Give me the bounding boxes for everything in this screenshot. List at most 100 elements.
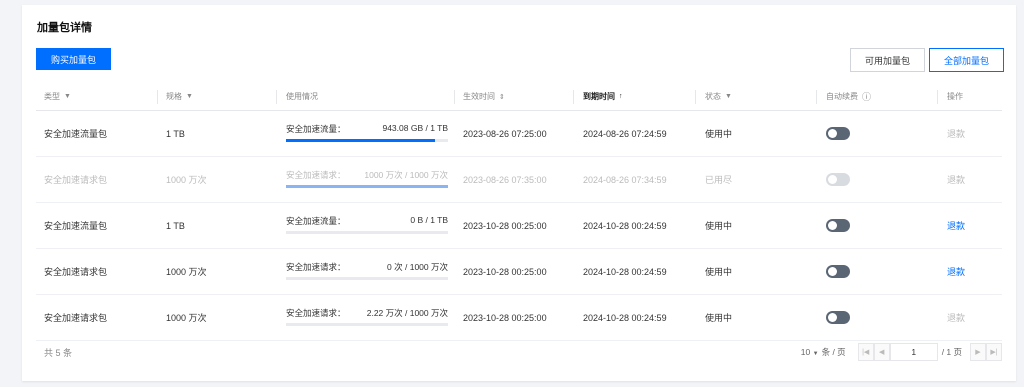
filter-all-button[interactable]: 全部加量包 (929, 48, 1005, 72)
usage-meter: 安全加速流量： 0 B / 1 TB (286, 215, 448, 234)
sort-icon[interactable]: ⇕ (499, 93, 505, 101)
usage-label: 安全加速流量： (286, 124, 346, 134)
usage-value: 943.08 GB / 1 TB (382, 123, 448, 133)
column-effective-time[interactable]: 生效时间 ⇕ (463, 83, 505, 110)
refund-link[interactable]: 退款 (947, 219, 965, 232)
auto-renew-toggle[interactable] (826, 219, 850, 232)
column-auto-renew: 自动续费 ⓘ (826, 90, 872, 103)
column-action: 操作 (947, 92, 963, 101)
refund-link[interactable]: 退款 (947, 265, 965, 278)
pagination: 10 ▼ 条 / 页 |◀ ◀ 1 / 1 页 ▶ ▶| (801, 342, 1002, 362)
auto-renew-toggle[interactable] (826, 127, 850, 140)
auto-renew-cell (826, 203, 850, 248)
cell-effective-time: 2023-10-28 00:25:00 (463, 266, 547, 277)
prev-page-icon[interactable]: ◀ (873, 343, 890, 361)
info-icon[interactable]: ⓘ (862, 90, 871, 103)
cell-spec: 1 TB (166, 220, 185, 231)
auto-renew-toggle (826, 173, 850, 186)
cell-effective-time: 2023-08-26 07:25:00 (463, 128, 547, 139)
usage-label: 安全加速请求： (286, 170, 346, 180)
usage-progress-bar (286, 277, 448, 280)
usage-meter: 安全加速流量： 943.08 GB / 1 TB (286, 123, 448, 142)
cell-status: 使用中 (705, 313, 733, 323)
auto-renew-toggle[interactable] (826, 265, 850, 278)
chevron-down-icon: ▼ (812, 351, 819, 357)
table-header: 类型 ▼ 规格 ▼ 使用情况 生效时间 ⇕ 到期时间 ↑ 状态 ▼ 自动续费 ⓘ 操作 (36, 83, 1002, 111)
last-page-icon[interactable]: ▶| (986, 343, 1002, 361)
usage-meter: 安全加速请求： 0 次 / 1000 万次 (286, 261, 448, 280)
sort-up-icon[interactable]: ↑ (619, 93, 623, 100)
column-usage: 使用情况 (286, 92, 318, 101)
cell-effective-time: 2023-10-28 00:25:00 (463, 312, 547, 323)
cell-type: 安全加速请求包 (44, 313, 108, 323)
usage-meter: 安全加速请求： 1000 万次 / 1000 万次 (286, 169, 448, 188)
refund-link: 退款 (947, 175, 966, 185)
cell-action: 退款 (947, 249, 965, 294)
table-row: 安全加速请求包 1000 万次 安全加速请求： 2.22 万次 / 1000 万… (36, 295, 1002, 341)
auto-renew-cell (826, 157, 850, 202)
auto-renew-cell (826, 249, 850, 294)
buy-package-button[interactable]: 购买加量包 (36, 48, 111, 70)
table-row: 安全加速流量包 1 TB 安全加速流量： 943.08 GB / 1 TB 20… (36, 111, 1002, 157)
usage-label: 安全加速流量： (286, 216, 346, 226)
usage-progress-fill (286, 139, 436, 142)
refund-link: 退款 (947, 313, 966, 323)
cell-expire-time: 2024-10-28 00:24:59 (583, 312, 667, 323)
column-spec[interactable]: 规格 ▼ (166, 83, 193, 110)
usage-progress-bar (286, 185, 448, 188)
cell-type: 安全加速流量包 (44, 221, 108, 231)
first-page-icon[interactable]: |◀ (857, 343, 874, 361)
cell-status: 使用中 (705, 129, 733, 139)
cell-action: 退款 (947, 295, 965, 340)
per-page-label: 条 / 页 (821, 347, 846, 357)
filter-icon[interactable]: ▼ (186, 93, 193, 100)
page-total-label: / 1 页 (941, 347, 962, 357)
cell-action: 退款 (947, 157, 965, 202)
cell-spec: 1000 万次 (166, 175, 207, 185)
auto-renew-cell (826, 295, 850, 340)
table-row: 安全加速请求包 1000 万次 安全加速请求： 1000 万次 / 1000 万… (36, 157, 1002, 203)
cell-spec: 1000 万次 (166, 313, 207, 323)
usage-value: 1000 万次 / 1000 万次 (364, 170, 448, 180)
cell-action: 退款 (947, 111, 965, 156)
usage-progress-bar (286, 231, 448, 234)
cell-type: 安全加速请求包 (44, 175, 108, 185)
refund-link: 退款 (947, 129, 966, 139)
column-expire-time[interactable]: 到期时间 ↑ (583, 83, 623, 110)
cell-status: 已用尽 (705, 175, 733, 185)
page-size-select[interactable]: 10 ▼ (801, 347, 819, 357)
usage-value: 2.22 万次 / 1000 万次 (366, 308, 448, 318)
next-page-icon[interactable]: ▶ (970, 343, 986, 361)
auto-renew-cell (826, 111, 850, 156)
filter-available-button[interactable]: 可用加量包 (850, 48, 926, 72)
filter-icon[interactable]: ▼ (725, 93, 732, 100)
usage-label: 安全加速请求： (286, 262, 346, 272)
cell-type: 安全加速请求包 (44, 267, 108, 277)
cell-status: 使用中 (705, 221, 733, 231)
cell-spec: 1000 万次 (166, 267, 207, 277)
filter-icon[interactable]: ▼ (64, 93, 71, 100)
package-filter-toggle: 可用加量包 全部加量包 (850, 48, 1005, 72)
page-title: 加量包详情 (37, 22, 92, 34)
cell-effective-time: 2023-10-28 00:25:00 (463, 220, 547, 231)
table-row: 安全加速流量包 1 TB 安全加速流量： 0 B / 1 TB 2023-10-… (36, 203, 1002, 249)
cell-type: 安全加速流量包 (44, 129, 108, 139)
cell-expire-time: 2024-08-26 07:34:59 (583, 174, 667, 185)
usage-progress-bar (286, 323, 448, 326)
usage-progress-fill (286, 185, 448, 188)
column-status[interactable]: 状态 ▼ (705, 83, 732, 110)
cell-spec: 1 TB (166, 128, 185, 139)
cell-expire-time: 2024-10-28 00:24:59 (583, 220, 667, 231)
package-table: 类型 ▼ 规格 ▼ 使用情况 生效时间 ⇕ 到期时间 ↑ 状态 ▼ 自动续费 ⓘ 操作 安全… (36, 83, 1002, 341)
cell-effective-time: 2023-08-26 07:35:00 (463, 174, 547, 185)
auto-renew-toggle[interactable] (826, 311, 850, 324)
cell-status: 使用中 (705, 267, 733, 277)
column-type[interactable]: 类型 ▼ (44, 83, 71, 110)
table-footer: 共 5 条 10 ▼ 条 / 页 |◀ ◀ 1 / 1 页 ▶ ▶| (36, 338, 1002, 366)
usage-label: 安全加速请求： (286, 308, 346, 318)
total-count: 共 5 条 (44, 348, 73, 358)
cell-expire-time: 2024-08-26 07:24:59 (583, 128, 667, 139)
usage-progress-bar (286, 139, 448, 142)
table-row: 安全加速请求包 1000 万次 安全加速请求： 0 次 / 1000 万次 20… (36, 249, 1002, 295)
page-number-input[interactable]: 1 (889, 343, 938, 361)
